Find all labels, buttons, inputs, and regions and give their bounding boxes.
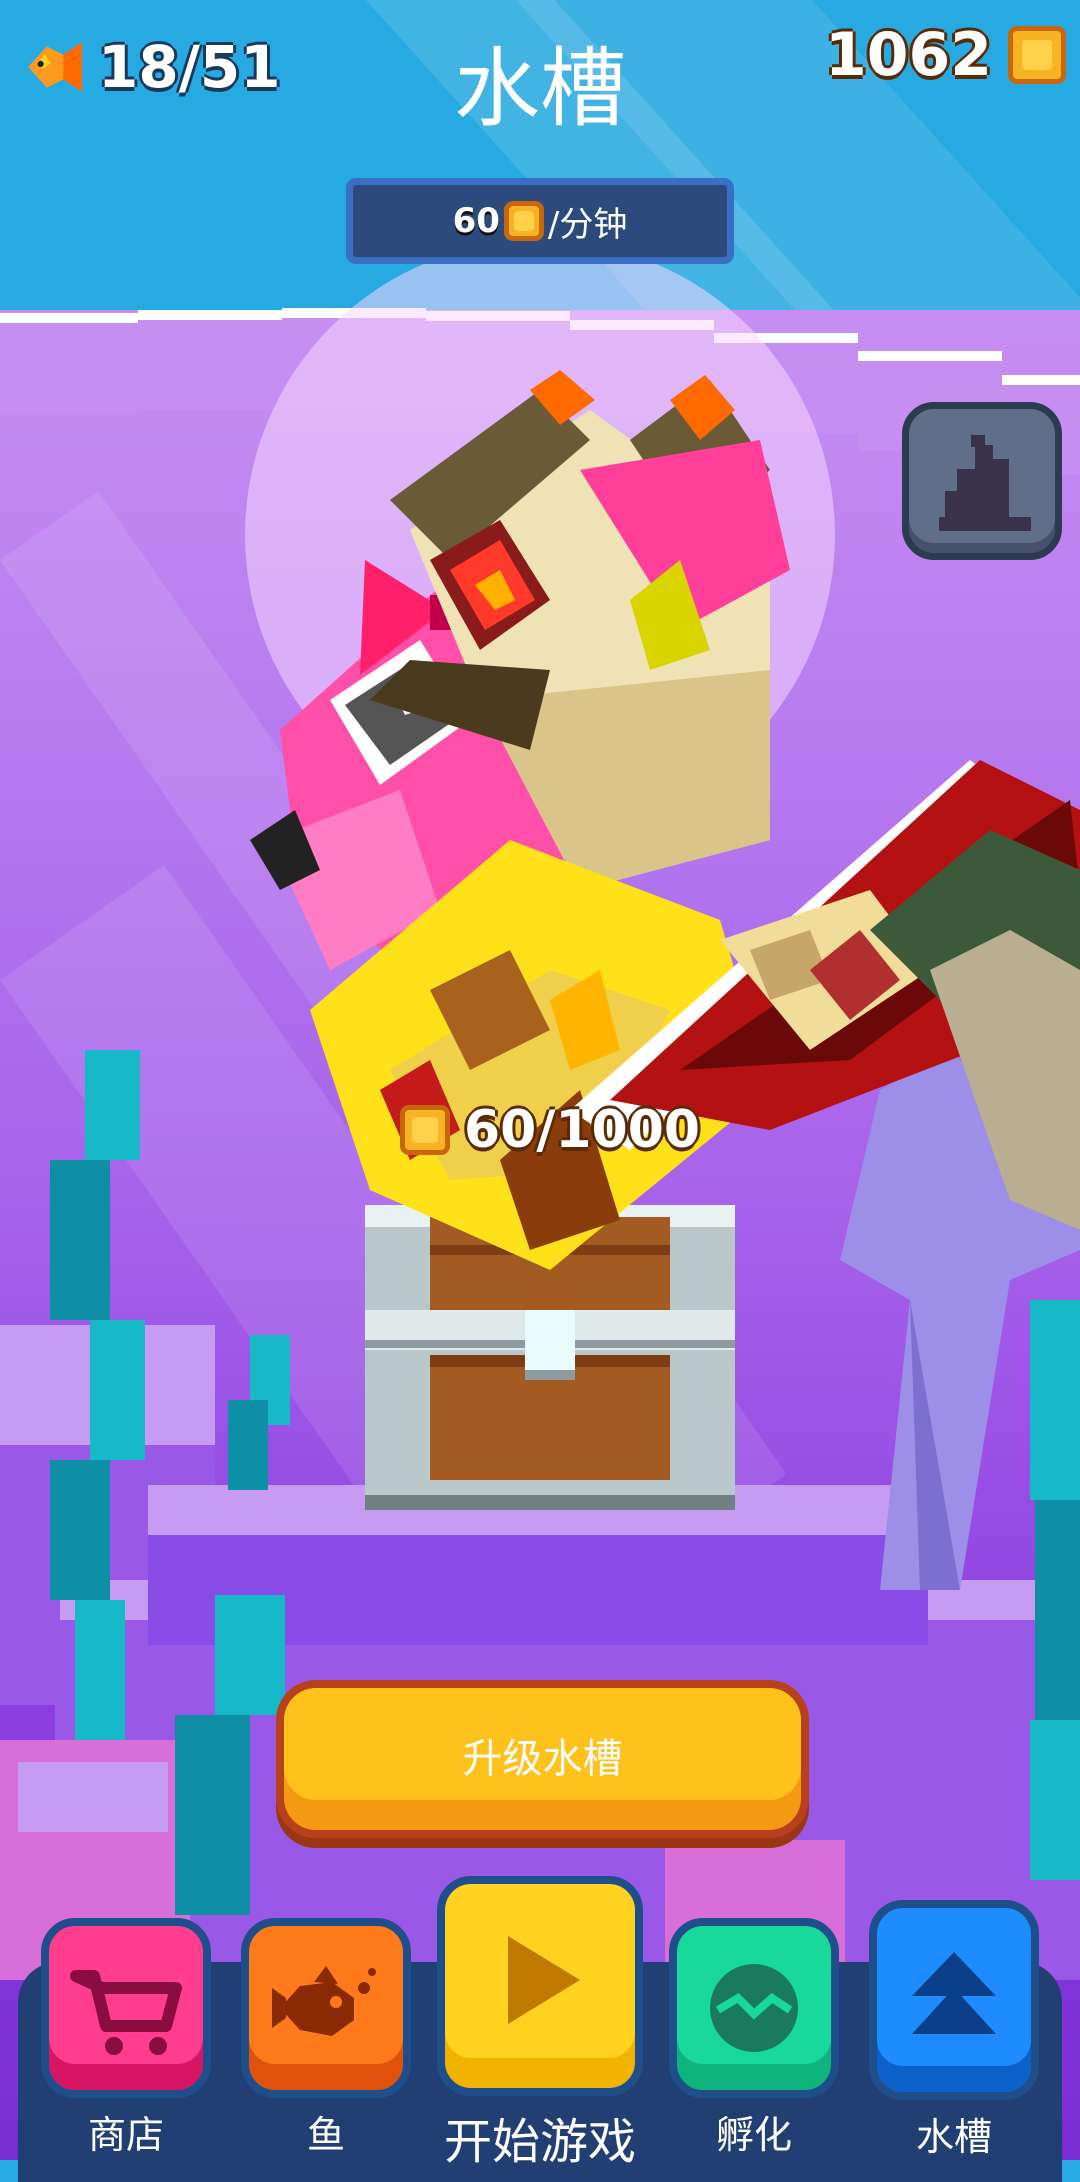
chest-progress-text: 60/1000: [464, 1100, 701, 1160]
seaweed: [175, 1715, 250, 1915]
fish-count-text: 18/51: [98, 33, 281, 101]
coin-icon: [1008, 26, 1066, 84]
seaweed: [1035, 1500, 1080, 1720]
play-label: 开始游戏: [443, 2114, 636, 2170]
nav-shop[interactable]: 商店: [38, 1918, 214, 2159]
coin-count: 1062: [825, 20, 992, 90]
nav-shop-button[interactable]: [41, 1918, 211, 2098]
nav-tank-label: 水槽: [915, 2115, 992, 2159]
nav-tank[interactable]: 水槽: [866, 1900, 1042, 2161]
nav-tank-button[interactable]: [869, 1900, 1039, 2100]
nav-hatch[interactable]: 孵化: [666, 1918, 842, 2159]
statue-icon: [939, 435, 1031, 531]
coin-icon: [503, 201, 544, 241]
nav-fish-label: 鱼: [306, 2113, 345, 2157]
play-button[interactable]: [437, 1876, 643, 2096]
seaweed: [1030, 1720, 1080, 1880]
income-rate: 60 /分钟: [346, 178, 734, 264]
chest-progress: 60/1000: [400, 1100, 700, 1160]
seaweed: [228, 1400, 268, 1490]
nav-shop-label: 商店: [87, 2113, 164, 2157]
seaweed: [90, 1320, 145, 1460]
upgrade-tank-button[interactable]: 升级水槽: [276, 1680, 809, 1838]
decor-button[interactable]: [902, 402, 1062, 560]
page-title: 水槽: [454, 39, 626, 139]
seaweed: [50, 1460, 110, 1600]
coin-icon: [400, 1105, 450, 1155]
nav-play[interactable]: 开始游戏: [434, 1876, 646, 2172]
nav-fish-button[interactable]: [241, 1918, 411, 2098]
cart-icon: [70, 1970, 182, 2055]
seaweed: [85, 1050, 140, 1160]
seaweed: [1030, 1300, 1080, 1500]
income-unit: /分钟: [547, 204, 628, 245]
nav-fish[interactable]: 鱼: [238, 1918, 414, 2159]
coin-balance: 1062: [825, 20, 1066, 90]
nav-hatch-button[interactable]: [669, 1918, 839, 2098]
nav-hatch-label: 孵化: [715, 2113, 792, 2157]
goldfish-icon: [28, 42, 82, 92]
fish-icon: [272, 1966, 376, 2036]
fish-count: 18/51: [22, 22, 281, 112]
income-amount: 60: [452, 201, 500, 241]
seaweed: [50, 1160, 110, 1320]
rock: [18, 1762, 168, 1832]
seaweed: [215, 1595, 285, 1715]
upgrade-tank-label: 升级水槽: [462, 1736, 623, 1782]
seaweed: [75, 1600, 125, 1740]
egg-icon: [710, 1964, 798, 2052]
play-icon: [508, 1936, 580, 2024]
chevron-up-icon: [912, 1952, 996, 2034]
